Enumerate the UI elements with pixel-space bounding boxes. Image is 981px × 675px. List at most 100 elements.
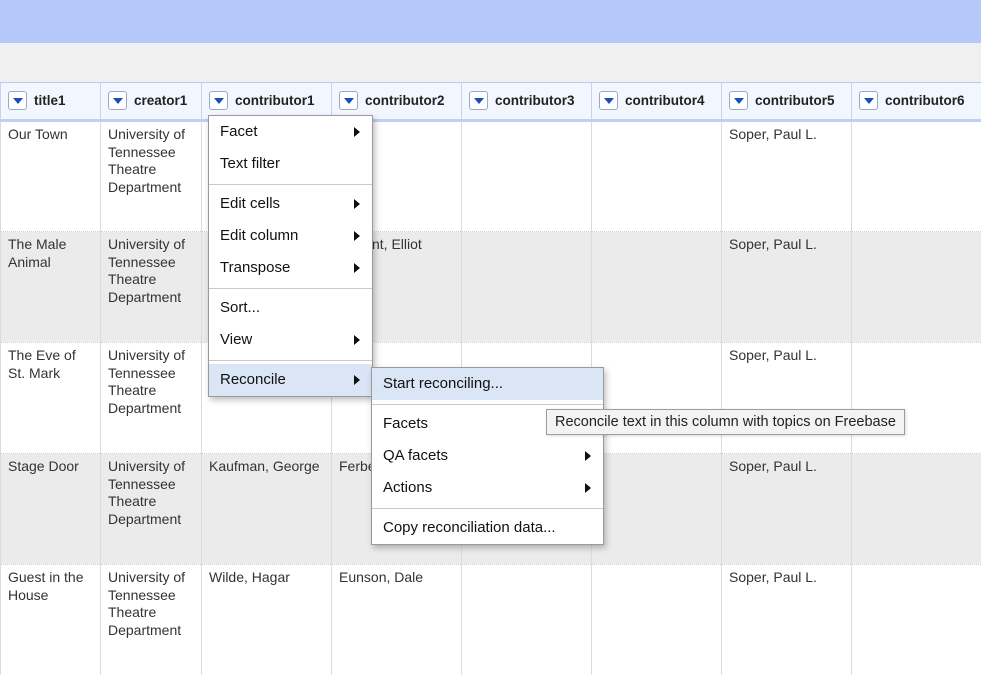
table-cell[interactable]: The Male Animal: [0, 231, 101, 343]
column-header-label: title1: [34, 92, 66, 108]
table-cell[interactable]: Soper, Paul L.: [721, 564, 852, 675]
table-cell[interactable]: Our Town: [0, 120, 101, 232]
menu-item-start-reconciling[interactable]: Start reconciling...: [372, 368, 603, 400]
submenu-arrow-icon: [354, 335, 360, 345]
column-dropdown-icon[interactable]: [729, 90, 748, 110]
menu-item-view[interactable]: View: [209, 324, 372, 356]
menu-item-label: Text filter: [220, 155, 281, 172]
table-cell[interactable]: Soper, Paul L.: [721, 120, 852, 232]
table-cell[interactable]: [591, 564, 722, 675]
column-dropdown-icon[interactable]: [599, 90, 618, 110]
column-header-label: contributor1: [235, 92, 315, 108]
column-header-label: contributor2: [365, 92, 445, 108]
table-cell[interactable]: The Eve of St. Mark: [0, 342, 101, 454]
menu-item-label: Facet: [220, 123, 258, 140]
column-dropdown-icon[interactable]: [339, 90, 358, 110]
column-dropdown-icon[interactable]: [859, 90, 878, 110]
submenu-arrow-icon: [585, 483, 591, 493]
table-row: The Male Animal University of Tennessee …: [0, 231, 981, 343]
submenu-arrow-icon: [354, 199, 360, 209]
tooltip: Reconcile text in this column with topic…: [546, 409, 905, 435]
table-cell[interactable]: [591, 453, 722, 565]
menu-item-copy-reconciliation-data[interactable]: Copy reconciliation data...: [372, 512, 603, 544]
column-header-label: contributor3: [495, 92, 575, 108]
table-cell[interactable]: [591, 120, 722, 232]
column-header-contributor4: contributor4: [591, 82, 722, 122]
column-header-label: contributor5: [755, 92, 835, 108]
table-row: Our Town University of Tennessee Theatre…: [0, 120, 981, 232]
table-cell[interactable]: Soper, Paul L.: [721, 231, 852, 343]
column-dropdown-icon[interactable]: [469, 90, 488, 110]
table-cell[interactable]: University of Tennessee Theatre Departme…: [100, 453, 202, 565]
table-cell[interactable]: University of Tennessee Theatre Departme…: [100, 231, 202, 343]
column-menu: Facet Text filter Edit cells Edit column…: [208, 115, 373, 397]
reconcile-submenu: Start reconciling... Facets QA facets Ac…: [371, 367, 604, 545]
menu-item-label: Transpose: [220, 259, 291, 276]
column-header-contributor5: contributor5: [721, 82, 852, 122]
table-cell[interactable]: Stage Door: [0, 453, 101, 565]
table-cell[interactable]: [461, 231, 592, 343]
submenu-arrow-icon: [354, 375, 360, 385]
table-cell[interactable]: Wilde, Hagar: [201, 564, 332, 675]
column-header-row: title1 creator1 contributor1 contributor…: [0, 82, 981, 122]
menu-item-transpose[interactable]: Transpose: [209, 252, 372, 284]
menu-item-label: Start reconciling...: [383, 375, 504, 392]
table-cell[interactable]: [851, 120, 981, 232]
menu-separator: [372, 508, 603, 509]
table-cell[interactable]: [461, 120, 592, 232]
menu-item-qa-facets[interactable]: QA facets: [372, 440, 603, 472]
table-cell[interactable]: [851, 564, 981, 675]
submenu-arrow-icon: [585, 451, 591, 461]
menu-item-label: Facets: [383, 415, 429, 432]
table-cell[interactable]: Guest in the House: [0, 564, 101, 675]
column-header-label: contributor6: [885, 92, 965, 108]
column-header-contributor3: contributor3: [461, 82, 592, 122]
column-header-creator1: creator1: [100, 82, 202, 122]
table-cell[interactable]: [591, 231, 722, 343]
table-cell[interactable]: Soper, Paul L.: [721, 453, 852, 565]
menu-separator: [209, 288, 372, 289]
menu-item-label: Actions: [383, 479, 433, 496]
table-cell[interactable]: Soper, Paul L.: [721, 342, 852, 454]
menu-separator: [209, 184, 372, 185]
table-cell[interactable]: Eunson, Dale: [331, 564, 462, 675]
column-header-title1: title1: [0, 82, 101, 122]
menu-item-edit-cells[interactable]: Edit cells: [209, 188, 372, 220]
menu-item-sort[interactable]: Sort...: [209, 292, 372, 324]
menu-item-label: Edit column: [220, 227, 299, 244]
menu-separator: [209, 360, 372, 361]
column-dropdown-icon[interactable]: [209, 90, 228, 110]
table-cell[interactable]: [851, 453, 981, 565]
menu-item-label: Sort...: [220, 299, 261, 316]
submenu-arrow-icon: [354, 231, 360, 241]
column-dropdown-icon[interactable]: [8, 90, 27, 110]
submenu-arrow-icon: [354, 263, 360, 273]
menu-item-label: Reconcile: [220, 371, 286, 388]
column-header-label: contributor4: [625, 92, 705, 108]
table-cell[interactable]: [591, 342, 722, 454]
table-cell[interactable]: University of Tennessee Theatre Departme…: [100, 342, 202, 454]
submenu-arrow-icon: [354, 127, 360, 137]
table-row: Guest in the House University of Tenness…: [0, 564, 981, 675]
column-dropdown-icon[interactable]: [108, 90, 127, 110]
menu-item-label: Edit cells: [220, 195, 281, 212]
table-cell[interactable]: Kaufman, George: [201, 453, 332, 565]
menu-item-text-filter[interactable]: Text filter: [209, 148, 372, 180]
menu-separator: [372, 404, 603, 405]
menu-item-actions[interactable]: Actions: [372, 472, 603, 504]
column-header-label: creator1: [134, 92, 188, 108]
column-header-contributor6: contributor6: [851, 82, 981, 122]
menu-item-edit-column[interactable]: Edit column: [209, 220, 372, 252]
table-cell[interactable]: University of Tennessee Theatre Departme…: [100, 120, 202, 232]
menu-item-facet[interactable]: Facet: [209, 116, 372, 148]
table-cell[interactable]: [851, 342, 981, 454]
menu-item-label: QA facets: [383, 447, 449, 464]
table-cell[interactable]: University of Tennessee Theatre Departme…: [100, 564, 202, 675]
table-cell[interactable]: [461, 564, 592, 675]
menu-item-reconcile[interactable]: Reconcile: [209, 364, 372, 396]
menu-item-label: Copy reconciliation data...: [383, 519, 556, 536]
table-cell[interactable]: [851, 231, 981, 343]
toolbar-strip: [0, 43, 981, 82]
top-header-bar: [0, 0, 981, 43]
menu-item-label: View: [220, 331, 253, 348]
